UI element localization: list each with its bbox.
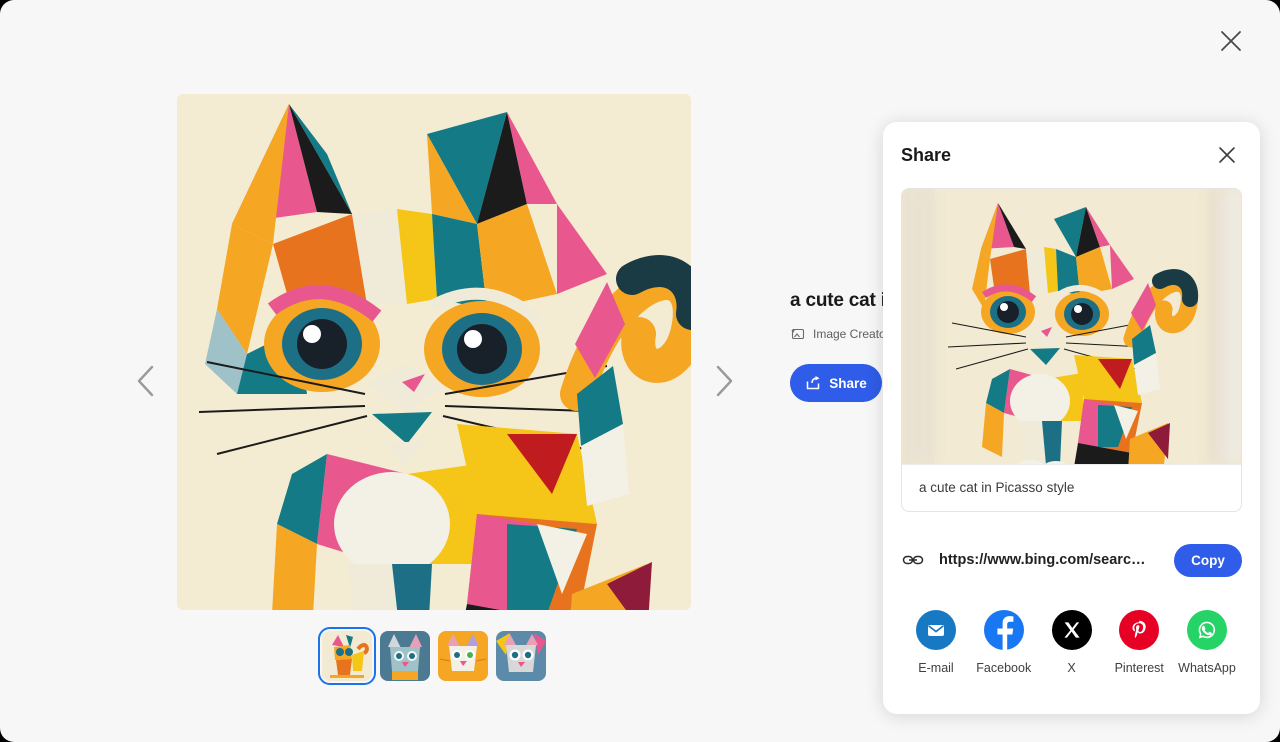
image-sparkle-icon	[791, 328, 805, 340]
thumbnail-image	[322, 631, 372, 681]
share-arrow-icon	[806, 376, 820, 390]
share-target-label: Facebook	[976, 661, 1032, 675]
share-button[interactable]: Share	[790, 364, 882, 402]
share-target-facebook[interactable]: Facebook	[973, 610, 1035, 675]
cubist-cat-preview	[934, 189, 1209, 464]
thumbnail-3[interactable]	[496, 631, 546, 681]
copy-link-button[interactable]: Copy	[1174, 543, 1242, 577]
whatsapp-icon	[1187, 610, 1227, 650]
image-viewer: a cute cat i Image Creator in Share Shar…	[0, 0, 1280, 742]
image-carousel	[0, 0, 870, 742]
thumbnail-image	[438, 631, 488, 681]
share-target-pinterest[interactable]: Pinterest	[1108, 610, 1170, 675]
x-icon	[1051, 610, 1092, 650]
preview-inner	[934, 189, 1209, 464]
preview-blur-right	[1209, 189, 1241, 464]
share-dialog-close-button[interactable]	[1212, 140, 1242, 170]
share-preview-image	[902, 189, 1241, 464]
share-button-label: Share	[829, 375, 867, 391]
thumbnail-image	[496, 631, 546, 681]
share-target-label: X	[1067, 661, 1076, 675]
cubist-cat-illustration	[177, 94, 691, 610]
chevron-left-icon	[137, 365, 154, 397]
share-target-label: Pinterest	[1114, 661, 1164, 675]
share-dialog-title: Share	[901, 144, 952, 165]
chevron-right-icon	[716, 365, 733, 397]
facebook-icon	[983, 610, 1024, 650]
share-link-url: https://www.bing.com/searc…	[939, 552, 1146, 568]
share-link-row: https://www.bing.com/searc… Copy	[901, 542, 1242, 578]
thumbnail-strip	[177, 627, 691, 685]
share-target-whatsapp[interactable]: WhatsApp	[1176, 610, 1238, 675]
thumbnail-image	[380, 631, 430, 681]
share-target-label: WhatsApp	[1178, 661, 1236, 675]
share-dialog: Share a cute cat in Picasso style https:…	[883, 122, 1260, 714]
close-icon	[1221, 31, 1241, 51]
thumbnail-0[interactable]	[318, 627, 376, 685]
share-caption: a cute cat in Picasso style	[902, 464, 1241, 511]
thumbnail-1[interactable]	[380, 631, 430, 681]
share-preview-card: a cute cat in Picasso style	[901, 188, 1242, 512]
carousel-next-button[interactable]	[698, 355, 750, 407]
share-target-label: E-mail	[918, 661, 954, 675]
thumbnail-2[interactable]	[438, 631, 488, 681]
hero-image[interactable]	[177, 94, 691, 610]
pinterest-icon	[1119, 610, 1160, 650]
share-target-x[interactable]: X	[1041, 610, 1103, 675]
social-share-row: E-mail Facebook X Pinterest WhatsApp	[901, 610, 1242, 675]
email-icon	[916, 610, 956, 650]
link-icon	[901, 548, 925, 572]
carousel-prev-button[interactable]	[120, 355, 172, 407]
preview-blur-left	[902, 189, 934, 464]
close-viewer-button[interactable]	[1212, 22, 1250, 60]
share-dialog-header: Share	[901, 122, 1242, 188]
close-icon	[1219, 147, 1235, 163]
share-target-email[interactable]: E-mail	[905, 610, 967, 675]
